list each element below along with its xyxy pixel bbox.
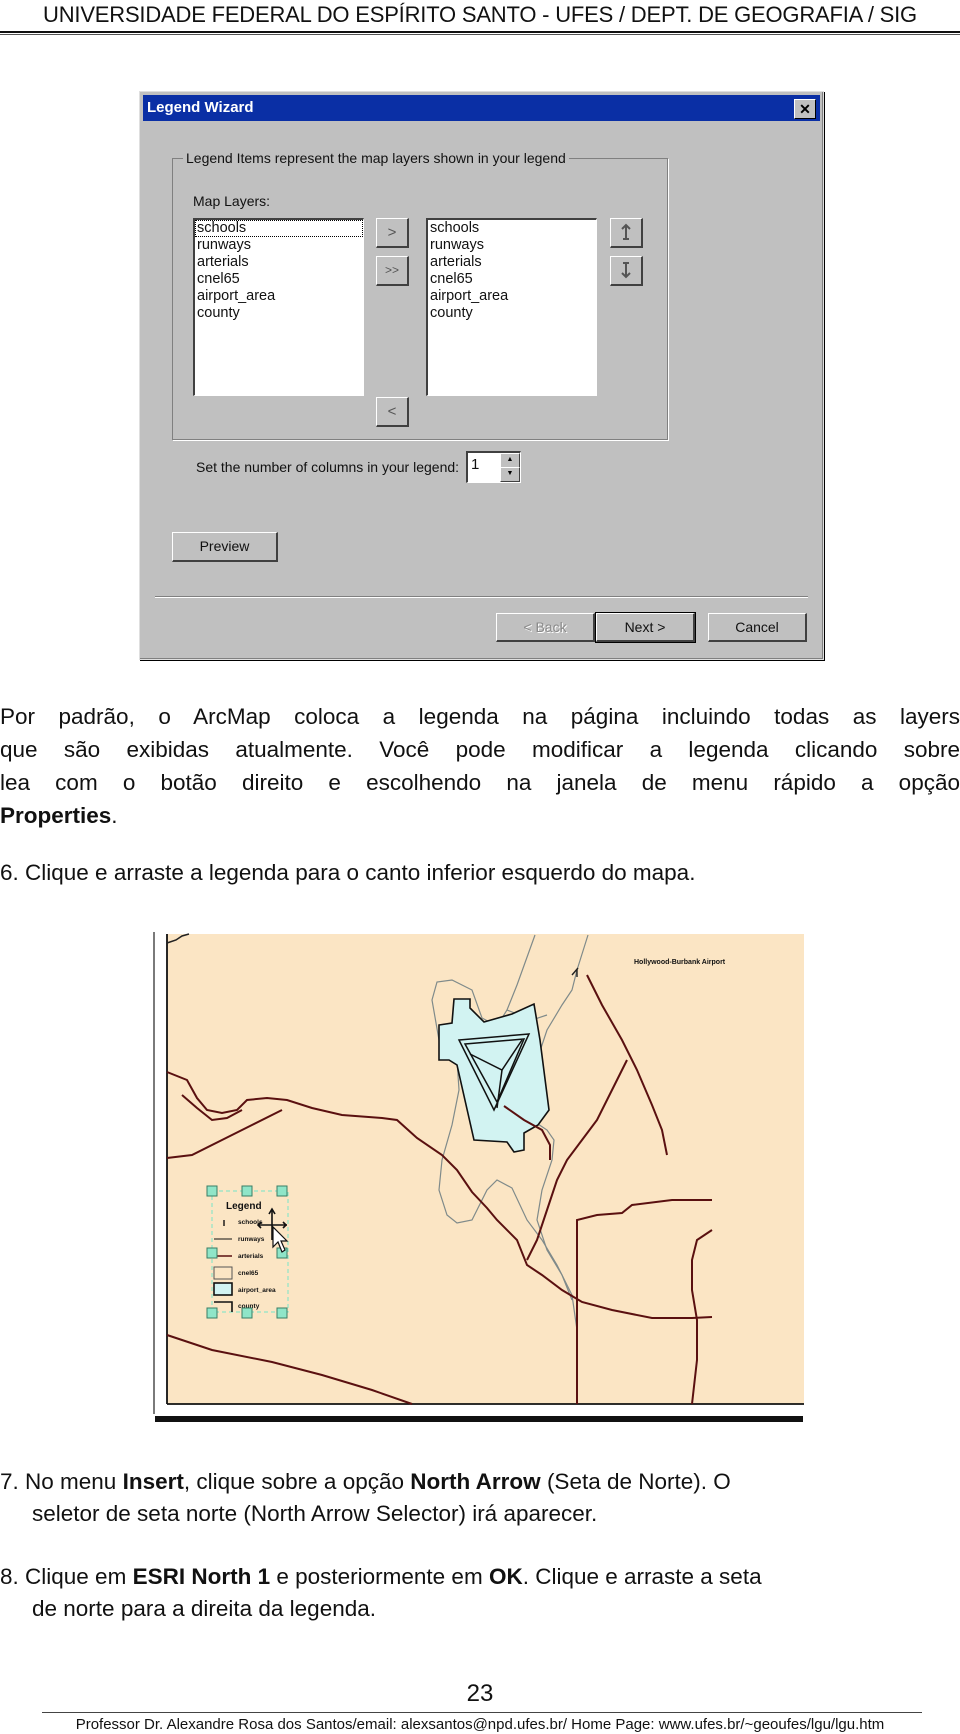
close-icon: ✕ bbox=[799, 101, 811, 117]
resize-handle bbox=[206, 1185, 218, 1197]
close-button[interactable]: ✕ bbox=[794, 99, 816, 119]
cancel-button[interactable]: Cancel bbox=[708, 613, 807, 642]
legend-items-list[interactable]: schools runways arterials cnel65 airport… bbox=[426, 218, 597, 396]
list-item[interactable]: cnel65 bbox=[428, 271, 596, 288]
map-figure: Hollywood-Burbank Airport Legend schools… bbox=[152, 930, 804, 1427]
dialog-titlebar[interactable]: Legend Wizard ✕ bbox=[143, 95, 820, 121]
step7-text: (Seta de Norte). O bbox=[540, 1469, 731, 1494]
legend-items-group: Legend Items represent the map layers sh… bbox=[172, 150, 668, 440]
group-label: Legend Items represent the map layers sh… bbox=[183, 150, 569, 166]
list-item[interactable]: airport_area bbox=[195, 288, 363, 305]
step-7: 7. No menu Insert, clique sobre a opção … bbox=[0, 1465, 731, 1498]
move-down-button[interactable] bbox=[610, 256, 643, 286]
list-item[interactable]: schools bbox=[195, 220, 363, 237]
resize-handle bbox=[276, 1185, 288, 1197]
legend-title: Legend bbox=[226, 1201, 262, 1212]
paragraph-punct: . bbox=[111, 803, 118, 828]
page-header: UNIVERSIDADE FEDERAL DO ESPÍRITO SANTO -… bbox=[43, 2, 917, 27]
back-button[interactable]: < Back bbox=[496, 613, 595, 642]
list-item[interactable]: runways bbox=[195, 237, 363, 254]
paragraph-line: lea com o botão direito e escolhendo na … bbox=[0, 770, 960, 795]
legend-item: cnel65 bbox=[238, 1270, 259, 1277]
map-title: Hollywood-Burbank Airport bbox=[634, 959, 726, 966]
add-layer-button[interactable]: > bbox=[376, 218, 409, 248]
step8-text: . Clique e arraste a seta bbox=[522, 1564, 762, 1589]
page-shadow bbox=[155, 1416, 803, 1422]
step7-text: 7. No menu bbox=[0, 1469, 123, 1494]
step7-text: , clique sobre a opção bbox=[183, 1469, 411, 1494]
footer-rule bbox=[42, 1712, 922, 1713]
spin-down-button[interactable]: ▼ bbox=[500, 467, 520, 482]
paragraph-line: Por padrão, o ArcMap coloca a legenda na… bbox=[0, 704, 960, 729]
map-layout-screenshot: Hollywood-Burbank Airport Legend schools… bbox=[152, 930, 804, 1427]
arrow-down-icon bbox=[621, 262, 631, 279]
page-number: 23 bbox=[466, 1680, 494, 1707]
spin-up-button[interactable]: ▲ bbox=[500, 453, 520, 468]
north-arrow-term: North Arrow bbox=[410, 1469, 541, 1494]
map-background bbox=[167, 934, 804, 1404]
resize-handle bbox=[206, 1247, 218, 1259]
legend-item: airport_area bbox=[238, 1287, 276, 1294]
intro-paragraph: Por padrão, o ArcMap coloca a legenda na… bbox=[0, 700, 960, 832]
spin-down-icon: ▼ bbox=[506, 470, 514, 477]
map-layers-list[interactable]: schools runways arterials cnel65 airport… bbox=[193, 218, 364, 396]
step-6: 6. Clique e arraste a legenda para o can… bbox=[0, 860, 696, 885]
properties-term: Properties bbox=[0, 803, 112, 828]
list-item[interactable]: arterials bbox=[195, 254, 363, 271]
legend-item: runways bbox=[238, 1236, 265, 1243]
resize-handle bbox=[241, 1185, 253, 1197]
header-rule-thin bbox=[0, 34, 960, 35]
paragraph-line: que são exibidas atualmente. Você pode m… bbox=[0, 737, 960, 762]
list-item[interactable]: airport_area bbox=[428, 288, 596, 305]
resize-handle bbox=[276, 1307, 288, 1319]
list-item[interactable]: arterials bbox=[428, 254, 596, 271]
step-7-line2: seletor de seta norte (North Arrow Selec… bbox=[32, 1501, 598, 1526]
resize-handle bbox=[206, 1307, 218, 1319]
list-item[interactable]: schools bbox=[428, 220, 596, 237]
legend-wizard-dialog: Legend Wizard ✕ Legend Items represent t… bbox=[139, 91, 824, 660]
move-up-button[interactable] bbox=[610, 218, 643, 248]
dialog-separator bbox=[155, 596, 808, 597]
legend-item: arterials bbox=[238, 1253, 264, 1260]
insert-menu-term: Insert bbox=[122, 1469, 184, 1494]
columns-spinner[interactable]: 1 ▲ ▼ bbox=[466, 451, 521, 483]
resize-handle bbox=[241, 1307, 253, 1319]
step8-text: 8. Clique em bbox=[0, 1564, 133, 1589]
ok-term: OK bbox=[488, 1564, 523, 1589]
map-layers-label: Map Layers: bbox=[193, 193, 271, 209]
list-item[interactable]: cnel65 bbox=[195, 271, 363, 288]
add-all-layers-button[interactable]: >> bbox=[376, 256, 409, 286]
step-8-line2: de norte para a direita da legenda. bbox=[32, 1596, 377, 1621]
preview-button[interactable]: Preview bbox=[172, 532, 278, 562]
next-button[interactable]: Next > bbox=[595, 612, 696, 643]
page-footer: Professor Dr. Alexandre Rosa dos Santos/… bbox=[75, 1716, 885, 1733]
step8-text: e posteriormente em bbox=[270, 1564, 489, 1589]
arrow-up-icon bbox=[621, 223, 631, 240]
header-rule bbox=[0, 31, 960, 33]
list-item[interactable]: county bbox=[428, 305, 596, 322]
step-8: 8. Clique em ESRI North 1 e posteriormen… bbox=[0, 1560, 762, 1593]
columns-label: Set the number of columns in your legend… bbox=[196, 459, 460, 475]
paragraph-line-last: Properties. bbox=[0, 799, 960, 832]
columns-value[interactable]: 1 bbox=[471, 456, 479, 473]
esri-north-term: ESRI North 1 bbox=[132, 1564, 271, 1589]
list-item[interactable]: county bbox=[195, 305, 363, 322]
remove-layer-button[interactable]: < bbox=[376, 397, 409, 427]
spin-up-icon: ▲ bbox=[506, 456, 514, 463]
list-item[interactable]: runways bbox=[428, 237, 596, 254]
dialog-title: Legend Wizard bbox=[147, 99, 254, 116]
